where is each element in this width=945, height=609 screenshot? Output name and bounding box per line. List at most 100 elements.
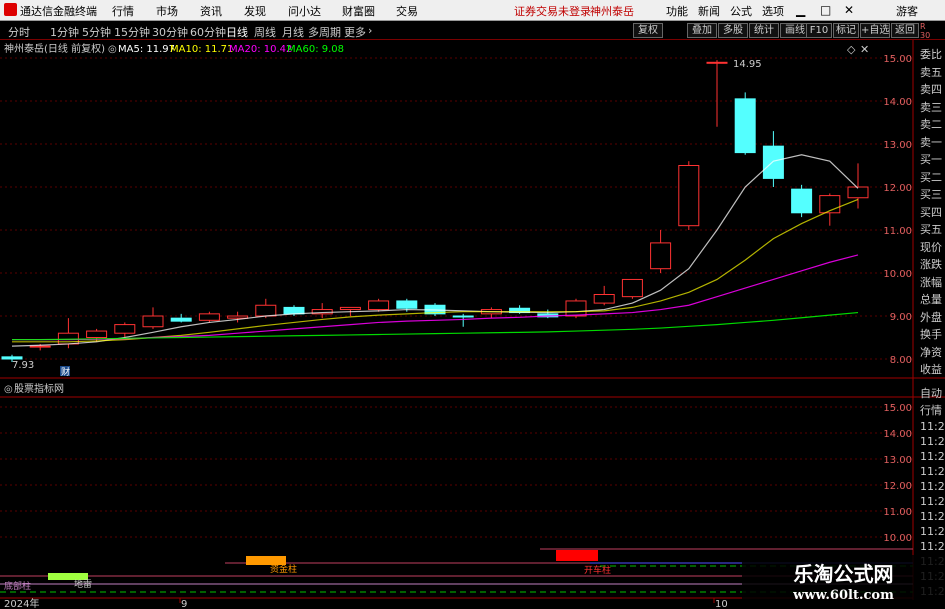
quote-field-label: 换手 [920,328,942,341]
sub-axis: 15.00 14.00 13.00 12.00 11.00 10.00 [883,403,912,544]
mine-label: 地雷 [74,578,92,590]
fuquan-button[interactable]: 复权 [633,23,663,38]
f10-button[interactable]: F10 [806,23,832,38]
candle-body[interactable] [198,313,220,321]
svg-text:10.00: 10.00 [883,533,912,544]
time-label: 11:2 [920,540,945,553]
candle-body[interactable] [847,186,869,199]
legend-ma5: MA5: 11.97 [118,44,175,55]
period-tab-60min[interactable]: 60分钟 [190,24,226,40]
candle-body[interactable] [170,317,192,322]
candle-body[interactable] [368,300,390,311]
minimize-icon[interactable]: ▁ [796,3,805,17]
time-label: 11:2 [920,465,945,478]
settings-icon[interactable]: ◇ [847,43,856,56]
candle-body[interactable] [255,304,277,317]
chevron-right-icon[interactable]: › [368,24,372,37]
watermark: 乐淘公式网 www.60lt.com [742,555,945,609]
legend-collapse-icon[interactable]: ◎ [108,44,117,55]
quote-field-label: 现价 [920,240,942,254]
svg-text:15.00: 15.00 [883,403,912,414]
candle-body[interactable] [593,294,615,304]
close-icon[interactable]: ✕ [844,3,854,17]
maximize-icon[interactable]: □ [820,3,831,17]
menu-item-wealth[interactable]: 财富圈 [342,3,375,19]
kline-chart[interactable]: 神州泰岳(日线 前复权) ◎ MA5: 11.97 MA10: 11.71 MA… [0,40,945,609]
period-tab-5min[interactable]: 5分钟 [82,24,111,40]
menu-formula[interactable]: 公式 [730,3,752,19]
menu-options[interactable]: 选项 [762,3,784,19]
candle-body[interactable] [227,315,249,319]
candle-body[interactable] [565,300,587,317]
multi-stock-button[interactable]: 多股 [718,23,748,38]
period-tab-30min[interactable]: 30分钟 [152,24,188,40]
time-label: 11:2 [920,420,945,433]
time-label: 11:2 [920,510,945,523]
candle-body[interactable] [1,356,23,360]
candle-body[interactable] [734,98,756,154]
menu-function[interactable]: 功能 [666,3,688,19]
axis-month-9: 9 [181,599,187,609]
candle-body[interactable] [283,306,305,315]
overlay-button[interactable]: 叠加 [687,23,717,38]
lower-panel-label: 自动 [920,387,942,400]
menu-item-quotes[interactable]: 行情 [112,3,134,19]
candle-body[interactable] [86,330,108,338]
candle-body[interactable] [29,345,51,348]
app-title: 通达信金融终端 [20,5,97,18]
candle-body[interactable] [114,324,136,334]
quote-field-label: 卖五 [920,65,942,79]
period-tab-1min[interactable]: 1分钟 [50,24,79,40]
sub-panel-title: 股票指标网 [14,382,64,395]
quote-field-label: 委比 [920,48,942,61]
candle-body[interactable] [396,300,418,309]
time-label: 11:2 [920,525,945,538]
candle-body[interactable] [762,145,784,179]
quote-field-label: 卖二 [920,118,942,131]
period-tab-15min[interactable]: 15分钟 [114,24,150,40]
grid-lines [0,57,913,538]
menu-item-discover[interactable]: 发现 [244,3,266,19]
menu-news[interactable]: 新闻 [698,3,720,19]
candle-body[interactable] [621,278,643,298]
back-button[interactable]: 返回 [891,23,919,38]
menu-bar: 通达信金融终端 行情 市场 资讯 发现 问小达 财富圈 交易 证券交易未登录 神… [0,0,945,21]
period-tab-fenshi[interactable]: 分时 [8,24,30,40]
legend-ma60: MA60: 9.08 [287,44,344,55]
finance-marker-label: 财 [61,366,70,378]
candle-body[interactable] [791,188,813,214]
candle-body[interactable] [706,61,728,64]
svg-text:12.00: 12.00 [883,481,912,492]
candle-body[interactable] [650,242,672,270]
period-tab-daily[interactable]: 日线 [226,24,248,40]
period-tab-monthly[interactable]: 月线 [282,24,304,40]
low-price-label: 7.93 [12,360,34,371]
time-label: 11:2 [920,495,945,508]
add-watchlist-button[interactable]: +自选 [860,23,890,38]
sub-panel-collapse-icon[interactable]: ◎ [4,384,13,395]
drive-bar [556,550,598,561]
period-tab-more[interactable]: 更多 [344,24,366,40]
menu-item-trade[interactable]: 交易 [396,3,418,19]
bottom-bar-label: 底部柱 [4,580,31,592]
quote-field-label: 买四 [920,205,942,219]
period-tab-multi[interactable]: 多周期 [308,24,341,40]
candle-body[interactable] [339,306,361,311]
statistics-button[interactable]: 统计 [749,23,779,38]
ma-line-ma60 [12,311,859,341]
candle-body[interactable] [452,315,474,318]
close-panel-icon[interactable]: ✕ [860,43,869,56]
period-tab-weekly[interactable]: 周线 [254,24,276,40]
menu-item-ask[interactable]: 问小达 [288,3,321,19]
candle-body[interactable] [678,165,700,227]
guest-label[interactable]: 游客 [896,3,918,19]
ma-lines [11,154,859,347]
mark-button[interactable]: 标记 [833,23,859,38]
watermark-title: 乐淘公式网 [793,562,894,586]
quote-field-label: 卖三 [920,100,942,114]
menu-item-news[interactable]: 资讯 [200,3,222,19]
login-notice[interactable]: 证券交易未登录 [514,3,591,19]
menu-item-market[interactable]: 市场 [156,3,178,19]
candle-body[interactable] [142,315,164,328]
time-label: 11:2 [920,450,945,463]
